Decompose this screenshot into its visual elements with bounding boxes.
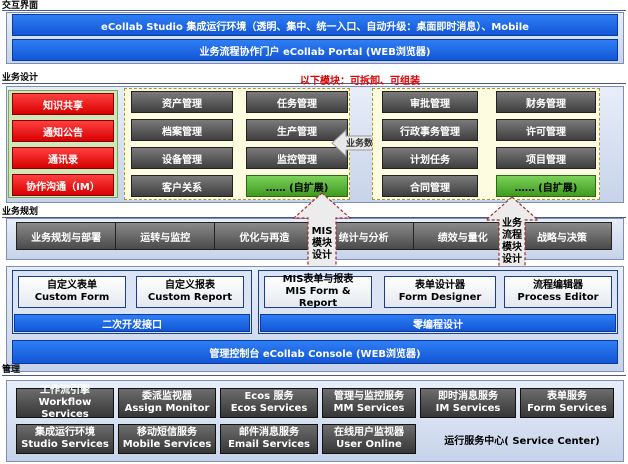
service-center-label: 运行服务中心( Service Center) xyxy=(444,436,600,447)
mm-service-box[interactable]: 管理与监控服务 MM Services xyxy=(322,388,416,418)
service-cn: 移动短信服务 xyxy=(137,427,197,438)
service-cn: 即时消息服务 xyxy=(438,391,498,402)
service-en: MM Services xyxy=(333,403,405,414)
service-cn: 邮件消息服务 xyxy=(239,427,299,438)
custom-report-cn: 自定义报表 xyxy=(165,280,215,291)
right-extend-box[interactable]: …… (自扩展) xyxy=(496,175,596,197)
service-cn: 在线用户监视器 xyxy=(334,427,404,438)
plan-task-box[interactable]: 计划任务 xyxy=(382,147,478,169)
task-mgmt-box[interactable]: 任务管理 xyxy=(246,91,348,113)
section-label-business-planning: 业务规划 xyxy=(2,207,39,217)
service-cn: 工作流引擎 xyxy=(40,385,90,396)
license-mgmt-box[interactable]: 许可管理 xyxy=(496,119,596,141)
assign-monitor-box[interactable]: 委派监视器 Assign Monitor xyxy=(118,388,216,418)
service-en: Form Services xyxy=(527,403,607,414)
form-designer-cn: 表单设计器 xyxy=(415,280,465,291)
workflow-service-box[interactable]: 工作流引擎 Workflow Services xyxy=(16,385,114,420)
service-cn: 表单服务 xyxy=(547,391,587,402)
divider xyxy=(2,375,626,376)
service-en: Workflow Services xyxy=(38,397,92,420)
mobile-service-box[interactable]: 移动短信服务 Mobile Services xyxy=(118,424,216,454)
mis-design-label: MIS 模块 设计 xyxy=(311,226,333,261)
portal-bar[interactable]: 业务流程协作门户 eCollab Portal (WEB浏览器) xyxy=(12,39,618,61)
studio-service-box[interactable]: 集成运行环境 Studio Services xyxy=(16,424,114,454)
flow-design-label: 业务 流程 模块 设计 xyxy=(502,218,522,265)
customer-relation-box[interactable]: 客户关系 xyxy=(131,175,233,197)
contract-mgmt-box[interactable]: 合同管理 xyxy=(382,175,478,197)
service-cn: 委派监视器 xyxy=(142,391,192,402)
process-editor-box[interactable]: 流程编辑器 Process Editor xyxy=(504,276,612,308)
form-designer-box[interactable]: 表单设计器 Form Designer xyxy=(384,276,496,308)
custom-report-box[interactable]: 自定义报表 Custom Report xyxy=(136,276,244,308)
email-service-box[interactable]: 邮件消息服务 Email Services xyxy=(220,424,318,454)
section-label-management: 管理 xyxy=(2,365,21,375)
user-online-box[interactable]: 在线用户监视器 User Online xyxy=(322,424,416,454)
service-en: IM Services xyxy=(435,403,501,414)
section-label-business-design: 业务设计 xyxy=(2,73,39,83)
service-cn: 管理与监控服务 xyxy=(334,391,404,402)
admin-affairs-box[interactable]: 行政事务管理 xyxy=(382,119,478,141)
mis-form-box[interactable]: MIS表单与报表 MIS Form & Report xyxy=(264,274,372,309)
service-en: Studio Services xyxy=(21,439,109,450)
console-bar[interactable]: 管理控制台 eCollab Console (WEB浏览器) xyxy=(12,340,618,364)
process-editor-en: Process Editor xyxy=(517,292,599,303)
module-note: 以下模块：可拆卸、可组装 xyxy=(300,76,420,87)
notice-box[interactable]: 通知公告 xyxy=(12,120,114,142)
service-en: Mobile Services xyxy=(122,439,212,450)
form-service-box[interactable]: 表单服务 Form Services xyxy=(520,388,614,418)
zero-code-bar[interactable]: 零编程设计 xyxy=(260,314,616,332)
custom-form-box[interactable]: 自定义表单 Custom Form xyxy=(18,276,126,308)
secondary-interface-bar[interactable]: 二次开发接口 xyxy=(14,314,250,332)
studio-bar[interactable]: eCollab Studio 集成运行环境（透明、集中、统一入口、自动升级：桌面… xyxy=(12,14,618,36)
mis-form-en: MIS Form & Report xyxy=(285,286,351,309)
custom-form-cn: 自定义表单 xyxy=(47,280,97,291)
service-en: Email Services xyxy=(228,439,310,450)
approval-mgmt-box[interactable]: 审批管理 xyxy=(382,91,478,113)
service-en: Ecos Services xyxy=(230,403,308,414)
asset-mgmt-box[interactable]: 资产管理 xyxy=(131,91,233,113)
service-cn: Ecos 服务 xyxy=(244,391,294,402)
equipment-mgmt-box[interactable]: 设备管理 xyxy=(131,147,233,169)
custom-report-en: Custom Report xyxy=(147,292,233,303)
knowledge-share-box[interactable]: 知识共享 xyxy=(12,93,114,115)
contacts-box[interactable]: 通讯录 xyxy=(12,147,114,169)
service-en: User Online xyxy=(336,439,402,450)
planning-item[interactable]: 业务规划与部署 xyxy=(17,223,117,249)
form-designer-en: Form Designer xyxy=(398,292,482,303)
archive-mgmt-box[interactable]: 档案管理 xyxy=(131,119,233,141)
process-editor-cn: 流程编辑器 xyxy=(533,280,583,291)
service-cn: 集成运行环境 xyxy=(35,427,95,438)
custom-form-en: Custom Form xyxy=(34,292,110,303)
im-box[interactable]: 协作沟通（IM） xyxy=(12,174,114,196)
im-service-box[interactable]: 即时消息服务 IM Services xyxy=(420,388,516,418)
project-mgmt-box[interactable]: 项目管理 xyxy=(496,147,596,169)
service-en: Assign Monitor xyxy=(124,403,210,414)
ecos-service-box[interactable]: Ecos 服务 Ecos Services xyxy=(220,388,318,418)
mis-form-cn: MIS表单与报表 xyxy=(282,274,354,285)
planning-item[interactable]: 运转与监控 xyxy=(116,223,216,249)
finance-mgmt-box[interactable]: 财务管理 xyxy=(496,91,596,113)
divider xyxy=(2,10,626,11)
